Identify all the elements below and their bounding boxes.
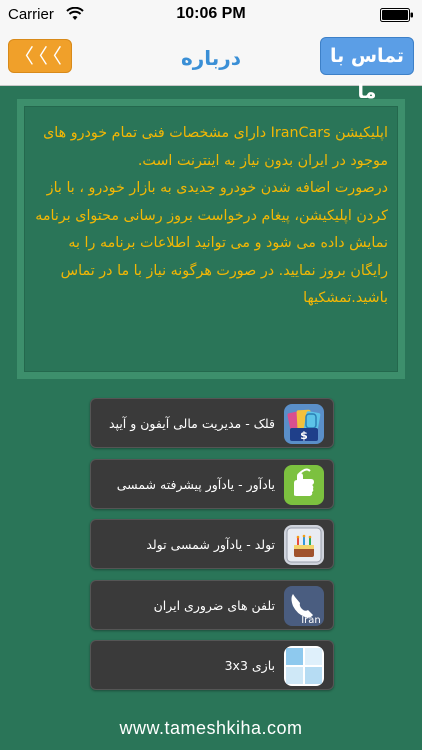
website-link[interactable]: www.tameshkiha.com — [0, 718, 422, 739]
app-label: تولد - یادآور شمسی تولد — [146, 537, 275, 552]
app-item-phone[interactable]: Iran تلفن های ضروری ایران — [90, 579, 334, 630]
grid-game-icon — [284, 646, 324, 686]
app-item-grid-game[interactable]: بازی 3x3 — [90, 640, 334, 690]
app-label: یادآور - یادآور پیشرفته شمسی — [116, 476, 275, 492]
birthday-cake-icon — [284, 525, 324, 565]
phone-iran-icon: Iran — [284, 585, 324, 626]
app-label: قلک - مدیریت مالی آیفون و آیپد — [108, 416, 275, 431]
navigation-bar: 〈〈〈 درباره تماس با ما — [0, 28, 422, 103]
contact-us-button[interactable]: تماس با ما — [320, 37, 414, 103]
app-label: تلفن های ضروری ایران — [153, 597, 275, 613]
about-text: اپلیکیشن IranCars دارای مشخصات فنی تمام … — [35, 125, 388, 306]
piggy-bank-icon: $ — [284, 404, 324, 444]
app-label: بازی 3x3 — [224, 658, 275, 673]
status-bar: Carrier 10:06 PM — [0, 0, 422, 28]
battery-icon — [380, 8, 413, 22]
app-item-reminder[interactable]: یادآور - یادآور پیشرفته شمسی — [90, 458, 334, 509]
status-time: 10:06 PM — [176, 5, 246, 22]
app-list: $ قلک - مدیریت مالی آیفون و آیپد یادآور … — [90, 398, 334, 701]
app-item-birthday[interactable]: تولد - یادآور شمسی تولد — [90, 519, 334, 569]
reminder-icon — [284, 464, 324, 505]
about-panel: اپلیکیشن IranCars دارای مشخصات فنی تمام … — [17, 99, 405, 379]
app-item-piggy-bank[interactable]: $ قلک - مدیریت مالی آیفون و آیپد — [90, 398, 334, 448]
svg-text:$: $ — [300, 429, 308, 442]
phone-icon-label: Iran — [301, 615, 321, 626]
